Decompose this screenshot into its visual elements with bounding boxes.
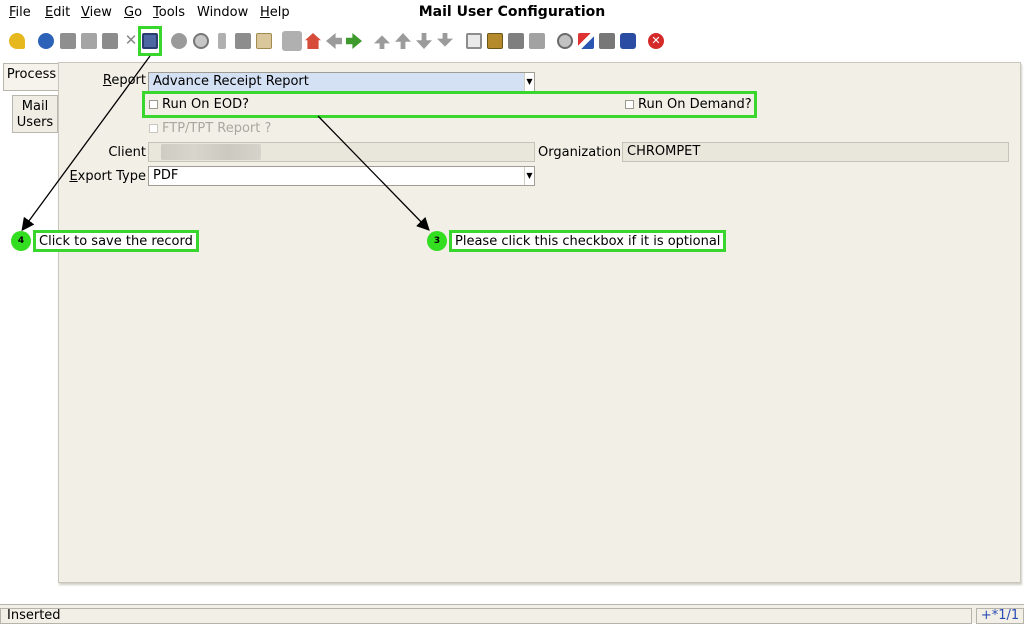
arrow-to-step4 [21,55,151,232]
arrow-to-step3 [317,115,430,231]
step4-badge: 4 [11,231,31,251]
record-navigation-indicator[interactable]: +*1/1 [976,608,1024,624]
step3-badge: 3 [427,231,447,251]
status-message: Inserted [0,608,972,624]
annotation-arrows [21,55,430,232]
step4-note: Click to save the record [33,230,199,252]
step3-note: Please click this checkbox if it is opti… [449,230,727,252]
status-bar: Inserted +*1/1 [0,604,1024,624]
